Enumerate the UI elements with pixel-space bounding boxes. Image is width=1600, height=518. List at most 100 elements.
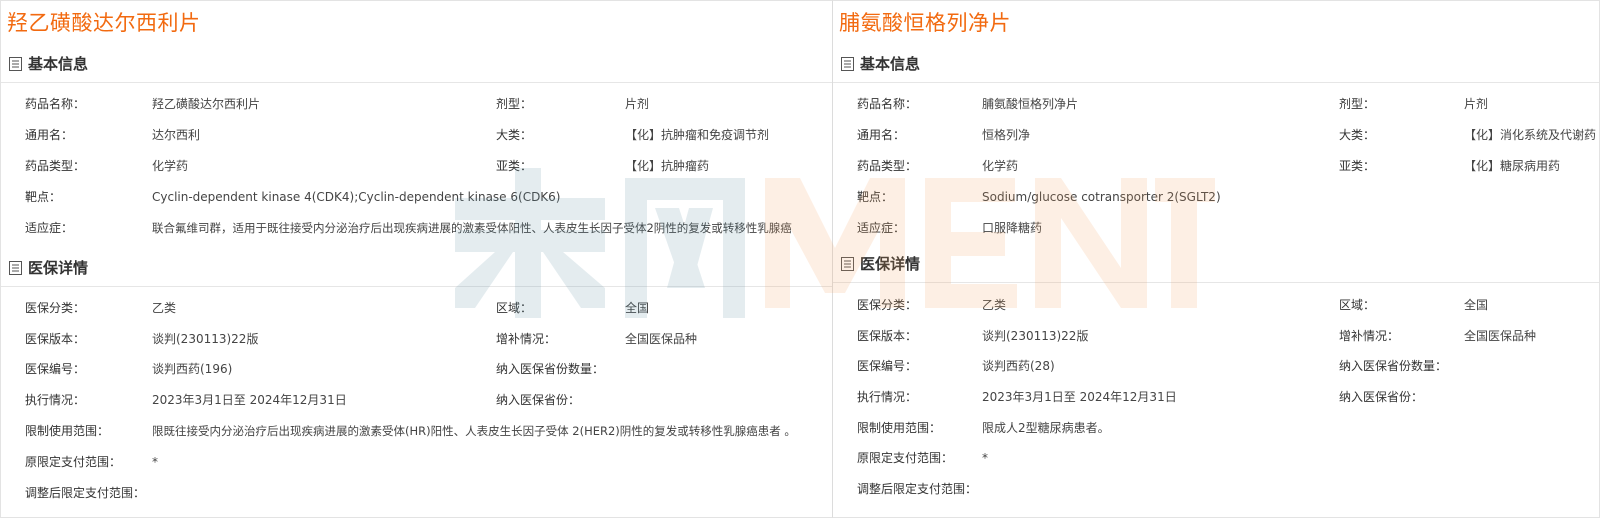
section-title: 医保详情 — [28, 259, 89, 277]
field-row: 限制使用范围： 限既往接受内分泌治疗后出现疾病进展的激素受体(HR)阳性、人表皮… — [1, 421, 832, 441]
field-value: 2023年3月1日至 2024年12月31日 — [152, 393, 347, 407]
section-title: 基本信息 — [28, 55, 89, 73]
field-value: 口服降糖药 — [982, 221, 1043, 235]
field-label: 纳入医保省份： — [1339, 390, 1424, 404]
field-value: 限成人2型糖尿病患者。 — [982, 421, 1110, 435]
field-row: 原限定支付范围： * — [1, 452, 832, 472]
field-label: 区域： — [496, 301, 533, 315]
field-value: 全国 — [1464, 298, 1489, 312]
field-row: 原限定支付范围： * — [833, 448, 1599, 468]
field-row: 通用名： 恒格列净 大类： 【化】消化系统及代谢药 — [833, 125, 1599, 145]
section-title: 医保详情 — [860, 255, 921, 273]
field-label: 纳入医保省份数量： — [496, 362, 605, 376]
field-label: 调整后限定支付范围： — [25, 486, 146, 500]
field-value: * — [152, 455, 158, 469]
field-row: 靶点： Cyclin-dependent kinase 4(CDK4);Cycl… — [1, 187, 832, 207]
field-value: 乙类 — [982, 298, 1007, 312]
field-row: 药品类型： 化学药 亚类： 【化】糖尿病用药 — [833, 156, 1599, 176]
field-value: 【化】抗肿瘤药 — [625, 159, 710, 173]
field-value: 2023年3月1日至 2024年12月31日 — [982, 390, 1177, 404]
field-value: * — [982, 451, 988, 465]
field-label: 药品名称： — [25, 97, 86, 111]
field-label: 适应症： — [857, 221, 906, 235]
field-value: 全国医保品种 — [625, 332, 698, 346]
field-row: 医保分类： 乙类 区域： 全国 — [833, 295, 1599, 315]
field-row: 药品名称： 脯氨酸恒格列净片 剂型： 片剂 — [833, 94, 1599, 114]
drug-title: 脯氨酸恒格列净片 — [839, 11, 1011, 35]
field-value: 全国 — [625, 301, 650, 315]
field-label: 药品类型： — [857, 159, 918, 173]
field-label: 剂型： — [1339, 97, 1376, 111]
field-value: 片剂 — [1464, 97, 1489, 111]
field-label: 纳入医保省份数量： — [1339, 359, 1448, 373]
field-row: 执行情况： 2023年3月1日至 2024年12月31日 纳入医保省份： — [1, 390, 832, 410]
field-value: 化学药 — [982, 159, 1019, 173]
field-value: 达尔西利 — [152, 128, 201, 142]
field-label: 药品名称： — [857, 97, 918, 111]
field-label: 药品类型： — [25, 159, 86, 173]
divider — [1, 82, 832, 83]
field-value: 片剂 — [625, 97, 650, 111]
field-row: 执行情况： 2023年3月1日至 2024年12月31日 纳入医保省份： — [833, 387, 1599, 407]
field-value: 【化】糖尿病用药 — [1464, 159, 1561, 173]
field-label: 执行情况： — [25, 393, 86, 407]
field-row: 靶点： Sodium/glucose cotransporter 2(SGLT2… — [833, 187, 1599, 207]
field-value: 乙类 — [152, 301, 177, 315]
field-label: 区域： — [1339, 298, 1376, 312]
field-row: 医保编号： 谈判西药(28) 纳入医保省份数量： — [833, 356, 1599, 376]
field-label: 限制使用范围： — [857, 421, 942, 435]
field-row: 适应症： 口服降糖药 — [833, 218, 1599, 238]
document-icon — [9, 57, 22, 71]
divider — [1, 286, 832, 287]
field-label: 靶点： — [857, 190, 894, 204]
field-row: 药品名称： 羟乙磺酸达尔西利片 剂型： 片剂 — [1, 94, 832, 114]
field-label: 通用名： — [857, 128, 906, 142]
field-label: 执行情况： — [857, 390, 918, 404]
insurance-header: 医保详情 — [833, 253, 1599, 283]
document-icon — [9, 261, 22, 275]
section-title: 基本信息 — [860, 55, 921, 73]
field-label: 纳入医保省份： — [496, 393, 581, 407]
field-row: 医保分类： 乙类 区域： 全国 — [1, 298, 832, 318]
field-value: 脯氨酸恒格列净片 — [982, 97, 1079, 111]
drug-panel-right: 脯氨酸恒格列净片 基本信息 药品名称： 脯氨酸恒格列净片 剂型： 片剂 通用名：… — [832, 0, 1600, 518]
field-label: 限制使用范围： — [25, 424, 110, 438]
field-value: 【化】消化系统及代谢药 — [1464, 128, 1597, 142]
insurance-header: 医保详情 — [1, 257, 832, 287]
field-value: 全国医保品种 — [1464, 329, 1537, 343]
field-row: 调整后限定支付范围： — [1, 483, 832, 503]
field-label: 医保版本： — [25, 332, 86, 346]
drug-title: 羟乙磺酸达尔西利片 — [7, 11, 201, 35]
field-row: 调整后限定支付范围： — [833, 479, 1599, 499]
field-label: 大类： — [1339, 128, 1376, 142]
divider — [833, 282, 1599, 283]
field-value: 谈判西药(28) — [982, 359, 1055, 373]
divider — [833, 82, 1599, 83]
field-value: 【化】抗肿瘤和免疫调节剂 — [625, 128, 770, 142]
field-value: Cyclin-dependent kinase 4(CDK4);Cyclin-d… — [152, 190, 561, 204]
field-label: 大类： — [496, 128, 533, 142]
field-value: 联合氟维司群，适用于既往接受内分泌治疗后出现疾病进展的激素受体阳性、人表皮生长因… — [152, 221, 792, 235]
field-label: 医保编号： — [25, 362, 86, 376]
field-label: 靶点： — [25, 190, 62, 204]
field-row: 药品类型： 化学药 亚类： 【化】抗肿瘤药 — [1, 156, 832, 176]
field-value: Sodium/glucose cotransporter 2(SGLT2) — [982, 190, 1221, 204]
field-value: 谈判(230113)22版 — [982, 329, 1089, 343]
field-label: 原限定支付范围： — [857, 451, 954, 465]
field-label: 增补情况： — [496, 332, 557, 346]
field-label: 亚类： — [496, 159, 533, 173]
field-row: 适应症： 联合氟维司群，适用于既往接受内分泌治疗后出现疾病进展的激素受体阳性、人… — [1, 218, 832, 238]
field-label: 调整后限定支付范围： — [857, 482, 978, 496]
field-row: 医保版本： 谈判(230113)22版 增补情况： 全国医保品种 — [1, 329, 832, 349]
field-value: 限既往接受内分泌治疗后出现疾病进展的激素受体(HR)阳性、人表皮生长因子受体 2… — [152, 424, 796, 438]
field-label: 原限定支付范围： — [25, 455, 122, 469]
field-value: 谈判(230113)22版 — [152, 332, 259, 346]
field-value: 羟乙磺酸达尔西利片 — [152, 97, 261, 111]
field-row: 限制使用范围： 限成人2型糖尿病患者。 — [833, 418, 1599, 438]
field-row: 医保编号： 谈判西药(196) 纳入医保省份数量： — [1, 359, 832, 379]
field-label: 亚类： — [1339, 159, 1376, 173]
drug-panel-left: 羟乙磺酸达尔西利片 基本信息 药品名称： 羟乙磺酸达尔西利片 剂型： 片剂 通用… — [0, 0, 832, 518]
field-row: 通用名： 达尔西利 大类： 【化】抗肿瘤和免疫调节剂 — [1, 125, 832, 145]
field-label: 医保分类： — [857, 298, 918, 312]
field-value: 化学药 — [152, 159, 189, 173]
